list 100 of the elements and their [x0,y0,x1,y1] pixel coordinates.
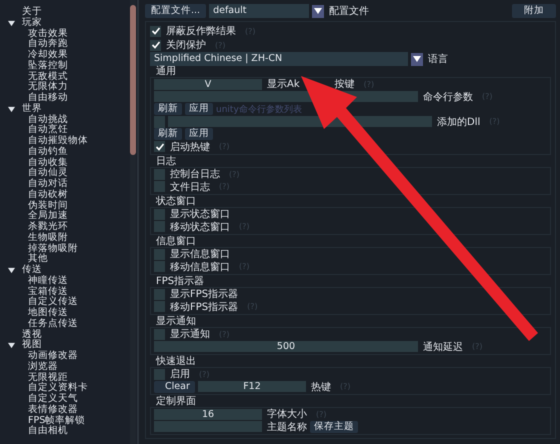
tree-item[interactable]: 地图传送 [28,308,68,319]
action-button[interactable]: 刷新 [154,128,182,140]
checkbox[interactable] [154,141,165,152]
tree-item[interactable]: 自动摧毁物体 [28,136,88,147]
tree-item[interactable]: 自动仙灵 [28,168,68,179]
action-button[interactable]: 刷新 [154,103,182,116]
clear-button[interactable]: Clear [154,380,195,393]
checkbox[interactable] [154,368,165,380]
checkbox[interactable] [154,168,165,180]
tree-item[interactable]: 透视 [22,330,42,340]
field-label: 主题名称 [267,420,307,434]
checkbox-label: 文件日志 [170,180,210,194]
input-field[interactable]: V [154,78,262,90]
save-theme-button[interactable]: 保存主题 [310,420,358,433]
tree-item[interactable]: 世界 [22,104,42,114]
tree-item[interactable]: 杀戮光环 [28,222,68,233]
field-label: 字体大小 [267,408,307,422]
field-label: 显示Ak [267,78,300,92]
tree-item[interactable]: 自动钓鱼 [28,146,68,158]
field-label: 添加的Dll [437,116,480,129]
tree-item[interactable]: 传送 [22,265,42,276]
tree-item[interactable]: 神瞳传送 [28,276,68,286]
tree-item[interactable]: 视图 [22,340,42,351]
tree-item[interactable]: 全局加速 [28,211,68,222]
tree-item[interactable]: 掉落物吸附 [28,244,78,254]
dropdown-button[interactable] [411,52,423,66]
input-field[interactable]: 16 [154,408,262,420]
expanded-triangle-icon[interactable] [8,20,15,27]
field-label: 语言 [428,52,448,66]
expanded-triangle-icon[interactable] [8,106,15,113]
attach-button[interactable]: 附加 [512,4,556,18]
input-field[interactable] [154,116,165,128]
language-dropdown[interactable]: Simplified Chinese | ZH-CN [150,52,408,66]
checkbox[interactable] [154,221,165,232]
checkbox-label: 移动FPS指示器 [170,300,238,314]
profile-dropdown[interactable]: default [209,4,310,18]
action-button[interactable]: 应用 [185,128,213,140]
tree-item[interactable]: 宝箱传送 [28,286,68,298]
checkbox[interactable] [150,40,161,50]
tree-item[interactable]: 玩家 [22,18,42,28]
tree-item[interactable]: 动画修改器 [28,351,78,362]
profile-button[interactable]: 配置文件... [145,4,206,18]
tree-item[interactable]: 自由相机 [28,426,68,437]
checkbox-label: 屏蔽反作弊结果 [166,24,236,38]
field-label: 按键 [334,78,355,92]
tree-item[interactable]: 自定义传送 [28,297,78,308]
scrollbar[interactable] [130,0,136,444]
dropdown-button[interactable] [312,4,324,18]
tree-item[interactable]: 表情修改器 [28,404,78,416]
checkbox[interactable] [154,328,165,340]
checkbox[interactable] [154,181,165,192]
checkbox-label: 移动状态窗口 [170,220,230,234]
tree-item[interactable]: 关于 [22,7,42,18]
hotkey-field[interactable]: F12 [198,381,306,392]
section-title: 信息窗口 [155,236,197,247]
tree-item[interactable]: 无限视距 [28,372,68,384]
section-title: 快速退出 [154,356,197,367]
tree-item[interactable]: 冷却效果 [28,50,68,61]
checkbox[interactable] [154,301,165,312]
tree-item[interactable]: 自定义资料卡 [28,383,88,394]
tree-item[interactable]: 自定义天气 [28,394,78,405]
tree-item[interactable]: 自由移动 [28,93,68,104]
tree-item[interactable]: 任务点传送 [28,318,78,330]
expanded-triangle-icon[interactable] [8,342,15,350]
checkbox[interactable] [154,248,165,260]
checkbox-label: 启用 [170,368,190,382]
section-title: 显示通知 [155,316,197,327]
tree-item[interactable]: 生物吸附 [28,232,68,244]
checkbox-label: 显示FPS指示器 [170,288,238,302]
tree-item[interactable]: 伪装时间 [28,200,68,212]
tree-item[interactable]: FPS帧率解锁 [28,416,86,426]
tree-item[interactable]: 自动挑战 [28,114,68,126]
tree-item[interactable]: 自动烹饪 [28,125,68,136]
tree-item[interactable]: 攻击效果 [28,28,68,40]
expanded-triangle-icon[interactable] [8,266,15,274]
section-title: 通用 [155,66,177,77]
tree-item[interactable]: 其他 [28,254,48,265]
scrollbar-thumb[interactable] [130,5,136,155]
tree-item[interactable]: 自动对话 [28,179,68,190]
section-title: 日志 [155,156,177,167]
section-title: FPS指示器 [155,276,206,287]
checkbox-label: 移动信息窗口 [170,260,230,274]
action-button[interactable]: 应用 [185,103,213,116]
checkbox[interactable] [154,261,165,272]
field-label: 热键 [311,380,331,394]
tree-item[interactable]: 浏览器 [28,362,58,372]
checkbox-label: 关闭保护 [166,38,206,52]
checkbox[interactable] [154,288,165,300]
tree-item[interactable]: 无敌模式 [28,72,68,82]
tree-item[interactable]: 自动收集 [28,158,68,168]
input-field[interactable] [154,421,262,432]
tree-item[interactable]: 无限体力 [28,82,68,93]
tree-item[interactable]: 自动砍树 [28,190,68,200]
checkbox-label: 显示信息窗口 [170,248,230,262]
checkbox-label: 显示状态窗口 [170,208,230,222]
checkbox[interactable] [154,208,165,220]
tree-item[interactable]: 坠落控制 [28,60,68,72]
tree-item[interactable]: 自动奔跑 [28,39,68,50]
checkbox[interactable] [150,26,161,36]
input-field[interactable]: 500 [154,341,418,352]
